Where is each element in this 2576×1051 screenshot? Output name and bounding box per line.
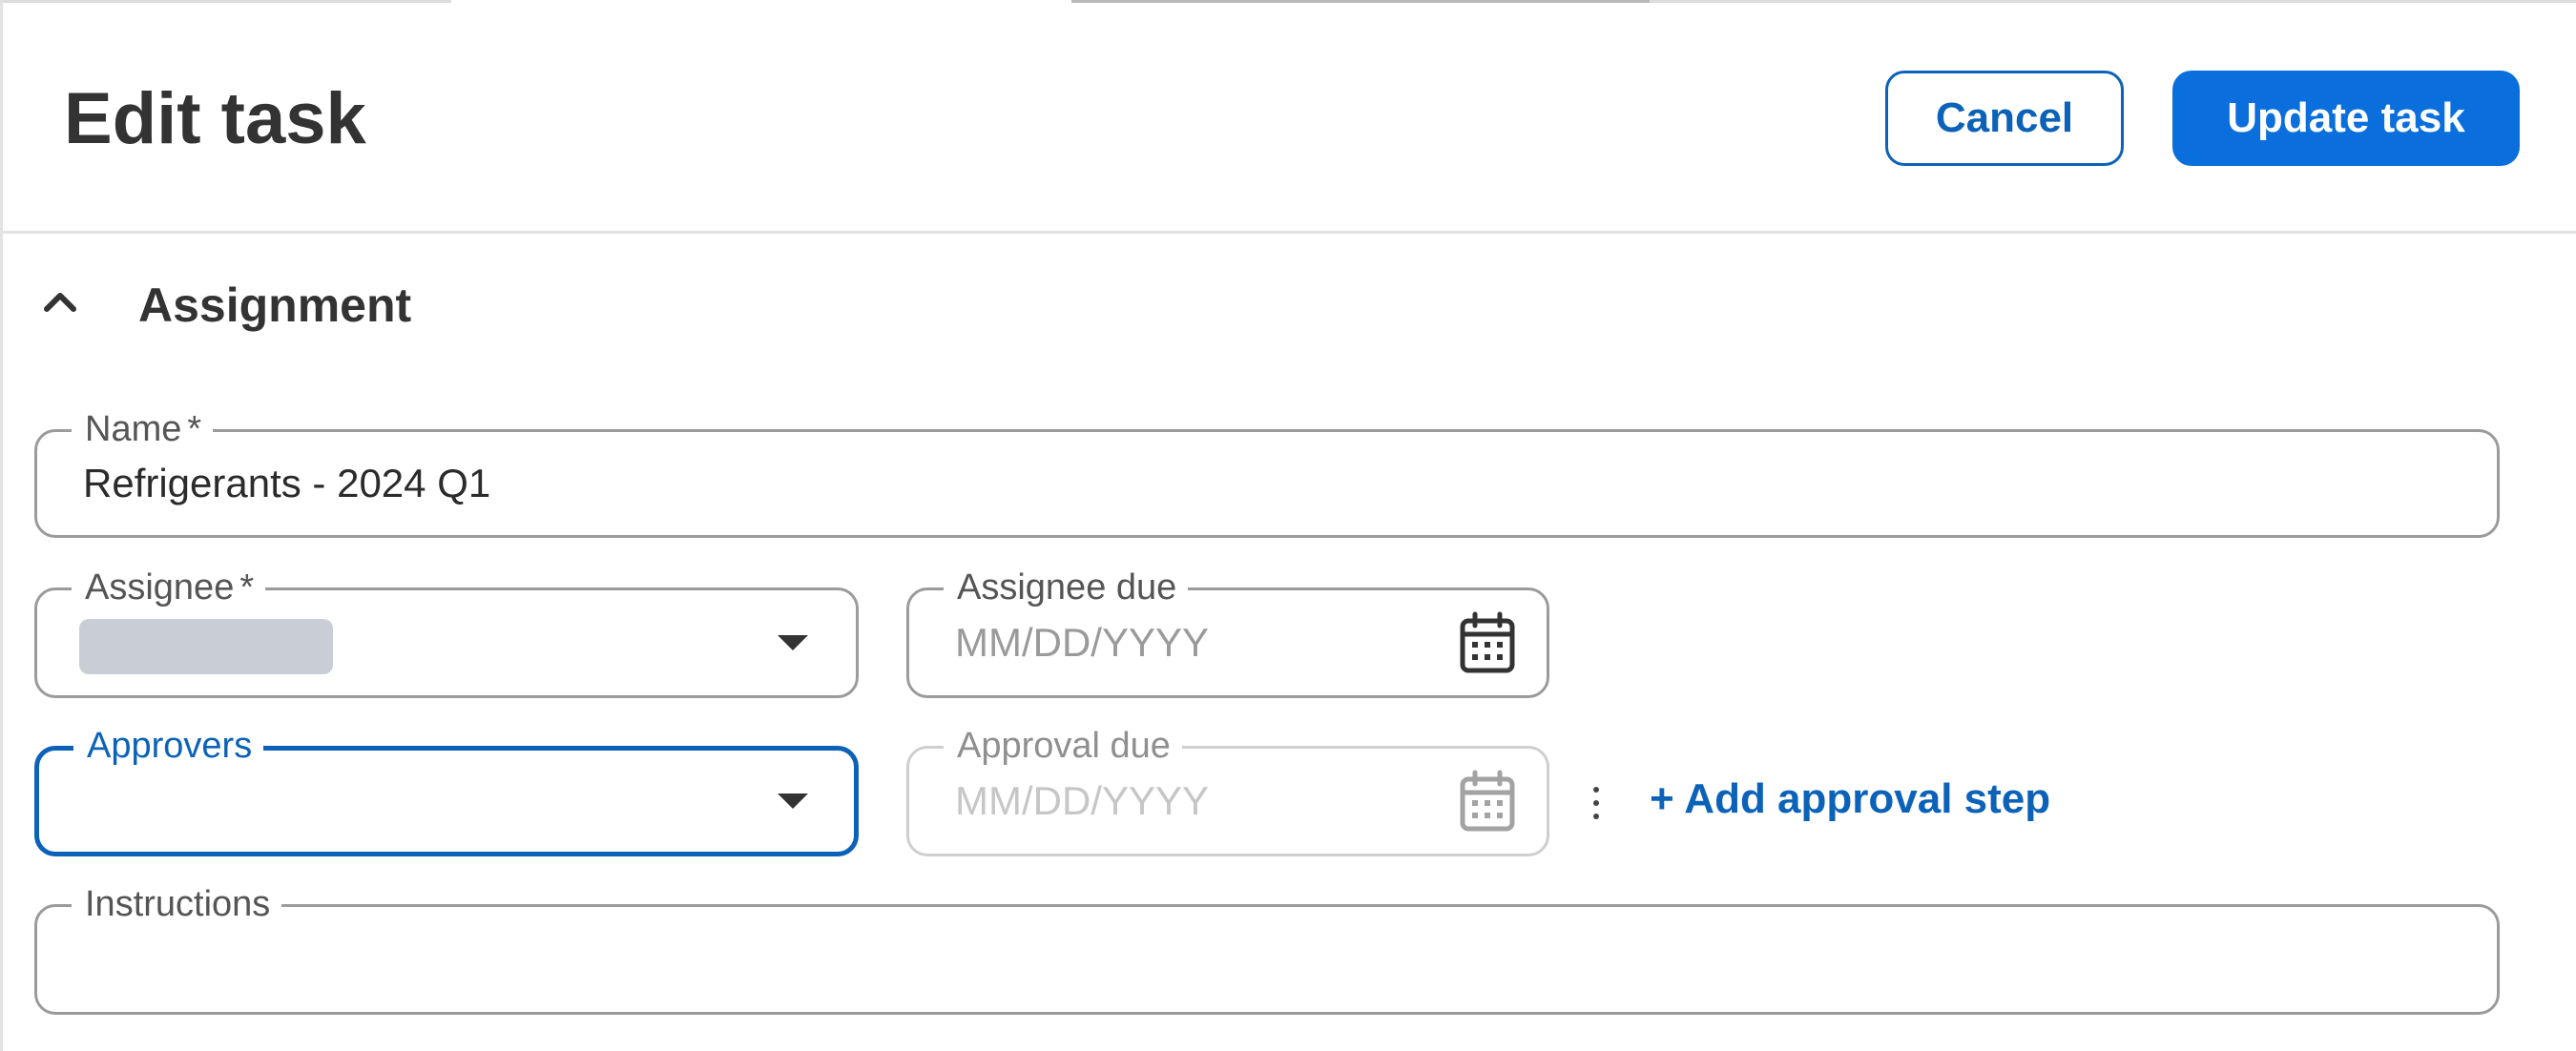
assignee-due-placeholder: MM/DD/YYYY [955, 620, 1210, 665]
dropdown-caret-icon[interactable] [778, 635, 808, 650]
instructions-label: Instructions [72, 882, 282, 926]
page-title: Edit task [64, 78, 366, 159]
approvers-label: Approvers [73, 724, 264, 768]
dropdown-caret-icon[interactable] [778, 793, 808, 809]
kebab-menu-icon[interactable] [1582, 774, 1610, 832]
assignee-label: Assignee * [72, 566, 266, 609]
kebab-dot [1593, 800, 1599, 806]
edit-task-panel: Edit task Cancel Update task Assignment … [0, 0, 2576, 1051]
name-value: Refrigerants - 2024 Q1 [83, 461, 491, 505]
approval-due-placeholder: MM/DD/YYYY [955, 778, 1210, 823]
assignee-redacted-value [79, 619, 333, 674]
section-collapse-toggle[interactable] [37, 278, 83, 324]
assignee-due-date-field[interactable]: Assignee due MM/DD/YYYY [906, 566, 1549, 698]
update-task-button[interactable]: Update task [2172, 71, 2520, 166]
panel-header: Edit task Cancel Update task [3, 3, 2576, 234]
approvers-select[interactable]: Approvers [34, 724, 859, 856]
add-approval-step-link[interactable]: + Add approval step [1650, 771, 2050, 828]
approval-due-date-field[interactable]: Approval due MM/DD/YYYY [906, 724, 1549, 856]
kebab-dot [1593, 787, 1599, 793]
cancel-button[interactable]: Cancel [1885, 71, 2124, 166]
section-title: Assignment [138, 278, 412, 332]
chevron-up-icon [44, 293, 76, 312]
assignee-select[interactable]: Assignee * [34, 566, 859, 698]
calendar-icon[interactable] [1459, 770, 1516, 833]
kebab-dot [1593, 814, 1599, 819]
required-asterisk: * [239, 567, 255, 608]
calendar-icon[interactable] [1459, 611, 1516, 674]
instructions-field[interactable]: Instructions [34, 882, 2500, 1015]
name-field[interactable]: Name * Refrigerants - 2024 Q1 [34, 407, 2500, 538]
